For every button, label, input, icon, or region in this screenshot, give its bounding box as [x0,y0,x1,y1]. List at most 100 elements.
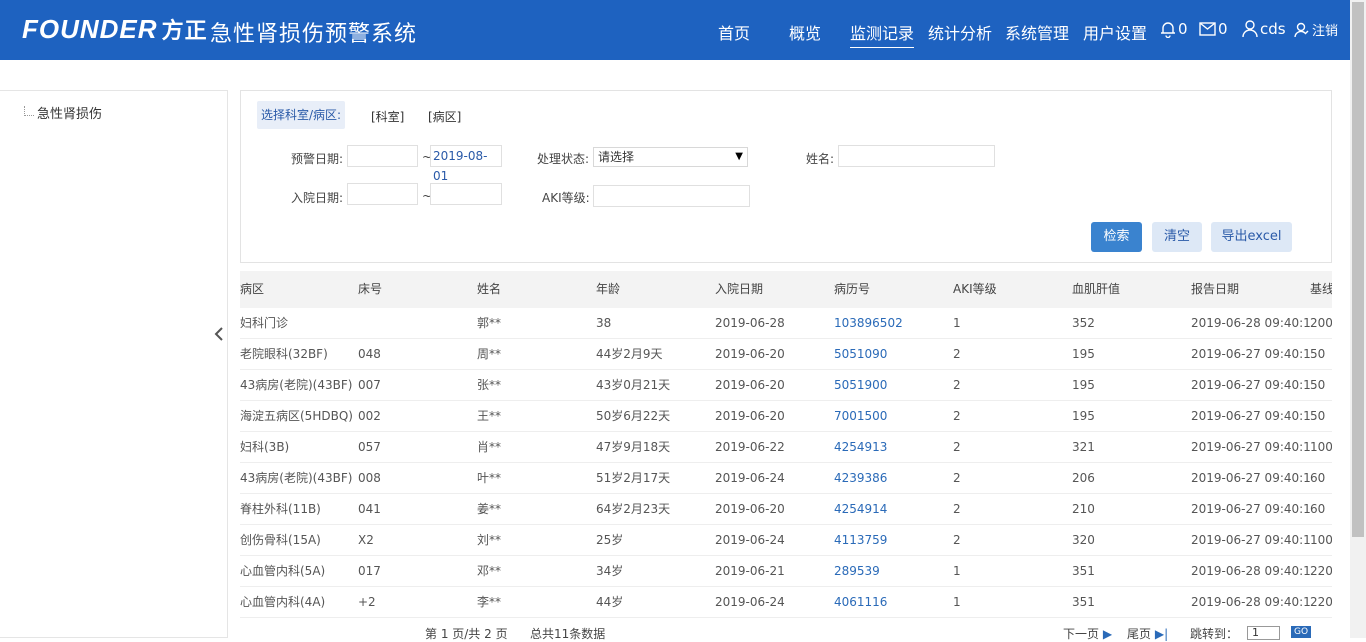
cell-ward: 脊柱外科(11B) [240,502,321,516]
cell-bed: 007 [358,378,381,392]
cell-name: 肖** [477,440,502,454]
admit-date-to-input[interactable] [430,183,502,205]
cell-age: 44岁 [596,595,624,609]
table-row[interactable]: 妇科(3B) 057 肖** 47岁9月18天 2019-06-22 4254913 2 32… [240,432,1332,463]
col-header-age: 年龄 [596,282,621,296]
cell-record-no[interactable]: 4254913 [834,432,953,463]
col-header-report-date: 报告日期 [1191,282,1240,296]
cell-aki-level: 2 [953,440,961,454]
status-label: 处理状态: [537,152,590,166]
sidebar-collapse-chevron-icon[interactable] [214,326,224,347]
cell-admit-date: 2019-06-24 [715,471,785,485]
table-row[interactable]: 43病房(老院)(43BF) 007 张** 43岁0月21天 2019-06-20 50… [240,370,1332,401]
mail-count: 0 [1218,20,1228,38]
warn-date-from-input[interactable] [347,145,418,167]
cell-admit-date: 2019-06-20 [715,378,785,392]
mail-icon [1199,22,1216,36]
cell-record-no[interactable]: 5051090 [834,339,953,370]
cell-record-no[interactable]: 7001500 [834,401,953,432]
messages-button[interactable]: 0 [1199,20,1228,38]
cell-report-date: 2019-06-27 09:40:12 [1191,378,1310,392]
last-page-button[interactable]: 尾页 ▶| [1127,625,1168,642]
tree-item-aki[interactable]: 急性肾损伤 [24,103,102,122]
nav-overview[interactable]: 概览 [789,20,821,44]
table-row[interactable]: 妇科门诊 郭** 38 2019-06-28 103896502 1 352 2019-06-… [240,308,1332,339]
logout-user-icon [1294,22,1309,37]
table-row[interactable]: 心血管内科(5A) 017 邓** 34岁 2019-06-21 289539 1 351 20… [240,556,1332,587]
cell-aki-level: 2 [953,347,961,361]
next-page-button[interactable]: 下一页 ▶ [1063,625,1112,642]
nav-system-admin[interactable]: 系统管理 [1005,20,1069,44]
cell-aki-level: 1 [953,595,961,609]
logo-cn: 方正 [161,18,208,43]
cell-record-no[interactable]: 103896502 [834,308,953,339]
cell-ward: 创伤骨科(15A) [240,533,321,547]
logout-label: 注销 [1312,24,1339,39]
filter-panel: 选择科室/病区: [科室] [病区] 预警日期: ~ 2019-08-01 处理… [240,90,1332,263]
nav-monitor-records[interactable]: 监测记录 [850,20,915,48]
vertical-scrollbar[interactable] [1350,0,1366,638]
scrollbar-thumb[interactable] [1352,2,1364,537]
table-row[interactable]: 创伤骨科(15A) X2 刘** 25岁 2019-06-24 4113759 2 320 20… [240,525,1332,556]
cell-report-date: 2019-06-27 09:40:12 [1191,347,1310,361]
dropdown-caret-icon: ▼ [735,151,743,162]
cell-report-date: 2019-06-27 09:40:12 [1191,502,1310,516]
col-header-name: 姓名 [477,282,502,296]
export-excel-button[interactable]: 导出excel [1211,222,1292,252]
table-row[interactable]: 43病房(老院)(43BF) 008 叶** 51岁2月17天 2019-06-24 42… [240,463,1332,494]
name-input[interactable] [838,145,995,167]
last-page-label: 尾页 [1127,627,1152,641]
cell-creatinine: 206 [1072,471,1095,485]
cell-creatinine: 352 [1072,316,1095,330]
cell-name: 刘** [477,533,502,547]
col-header-ward: 病区 [240,282,265,296]
clear-button[interactable]: 清空 [1152,222,1202,252]
admit-date-from-input[interactable] [347,183,418,205]
go-button[interactable]: GO [1291,626,1311,638]
cell-record-no[interactable]: 4061116 [834,587,953,618]
cell-creatinine: 195 [1072,347,1095,361]
cell-record-no[interactable]: 289539 [834,556,953,587]
cell-ward: 海淀五病区(5HDBQ) [240,409,353,423]
cell-record-no[interactable]: 4254914 [834,494,953,525]
cell-bed: +2 [358,595,376,609]
nav-home[interactable]: 首页 [718,20,750,44]
cell-bed: 002 [358,409,381,423]
table-row[interactable]: 心血管内科(4A) +2 李** 44岁 2019-06-24 4061116 1 351 20… [240,587,1332,618]
cell-ward: 老院眼科(32BF) [240,347,328,361]
nav-statistics[interactable]: 统计分析 [928,20,992,44]
table-row[interactable]: 老院眼科(32BF) 048 周** 44岁2月9天 2019-06-20 5051090… [240,339,1332,370]
cell-admit-date: 2019-06-28 [715,316,785,330]
cell-baseline: 50 [1310,378,1326,392]
cell-creatinine: 195 [1072,378,1095,392]
cell-record-no[interactable]: 5051900 [834,370,953,401]
warn-date-to-input[interactable]: 2019-08-01 [430,145,502,183]
cell-name: 李** [477,595,502,609]
search-button[interactable]: 检索 [1091,222,1142,252]
sidebar: 急性肾损伤 [0,90,228,638]
user-button[interactable]: cds [1242,20,1286,38]
cell-admit-date: 2019-06-24 [715,533,785,547]
ward-link[interactable]: [病区] [428,108,461,125]
cell-ward: 妇科(3B) [240,440,290,454]
col-header-baseline: 基线 [1310,282,1332,296]
cell-baseline: 50 [1310,409,1326,423]
cell-record-no[interactable]: 4239386 [834,463,953,494]
col-header-admit-date: 入院日期 [715,282,764,296]
cell-creatinine: 351 [1072,595,1095,609]
logout-button[interactable]: 注销 [1294,20,1338,39]
cell-record-no[interactable]: 4113759 [834,525,953,556]
cell-creatinine: 321 [1072,440,1095,454]
logo-text: FOUNDER [22,14,158,44]
page-info: 第 1 页/共 2 页 [425,627,508,641]
aki-level-input[interactable] [593,185,750,207]
nav-user-settings[interactable]: 用户设置 [1083,20,1147,44]
dept-link[interactable]: [科室] [371,108,404,125]
cell-ward: 心血管内科(4A) [240,595,326,609]
notifications-button[interactable]: 0 [1160,20,1188,38]
jump-label: 跳转到： [1190,627,1239,641]
table-row[interactable]: 海淀五病区(5HDBQ) 002 王** 50岁6月22天 2019-06-20 7001… [240,401,1332,432]
status-select[interactable]: 请选择 ▼ [593,147,748,167]
table-row[interactable]: 脊柱外科(11B) 041 姜** 64岁2月23天 2019-06-20 4254914… [240,494,1332,525]
cell-age: 34岁 [596,564,624,578]
